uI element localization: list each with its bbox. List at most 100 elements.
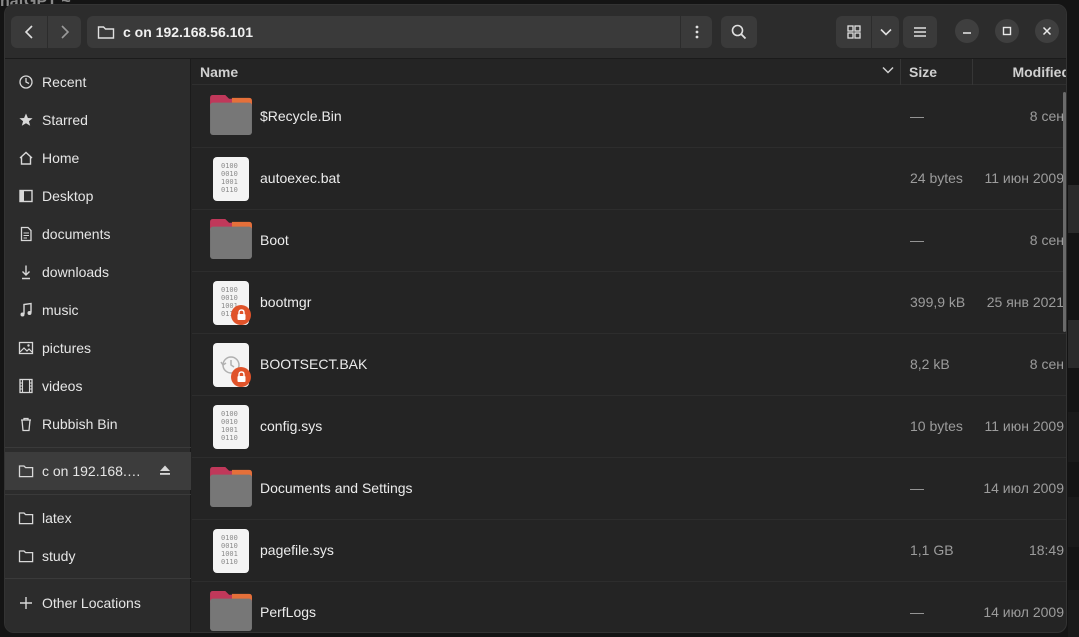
file-name: BOOTSECT.BAK [260,356,368,372]
file-list: $Recycle.Bin — 8 сен 0100 0010 1001 0110 aut… [192,86,1066,632]
chevron-down-icon[interactable] [882,66,894,74]
file-row[interactable]: 0100 0010 1001 0110 config.sys 10 bytes 11 … [192,396,1066,458]
file-row[interactable]: BOOTSECT.BAK 8,2 kB 8 сен [192,334,1066,396]
sidebar-item-label: study [42,548,76,564]
column-divider[interactable] [972,59,973,85]
folder-icon [97,26,115,39]
folder-icon [17,547,35,565]
sidebar-item-label: pictures [42,340,92,356]
close-button[interactable] [1035,19,1059,43]
file-size: — [910,232,924,248]
column-header-name[interactable]: Name [200,64,238,80]
file-modified: 25 янв 2021 [986,294,1064,310]
file-row[interactable]: 0100 0010 1001 0110 pagefile.sys 1,1 GB 18:… [192,520,1066,582]
picture-icon [17,339,35,357]
folder-icon [208,95,254,139]
back-button[interactable] [11,16,47,48]
sidebar-item-label: Rubbish Bin [42,416,118,432]
main-menu-button[interactable] [903,16,937,48]
eject-icon[interactable] [159,463,171,479]
binary-file-icon: 0100 0010 1001 0110 [208,529,254,573]
file-size: — [910,604,924,620]
grid-icon [846,25,861,39]
star-icon [17,111,35,129]
sidebar-item-starred[interactable]: Starred [5,102,191,138]
column-header-size[interactable]: Size [909,64,937,80]
sidebar-item-study[interactable]: study [5,538,191,574]
sidebar-item-other-locations[interactable]: Other Locations [5,585,191,621]
folder-icon [208,219,254,263]
sidebar-item-music[interactable]: music [5,292,191,328]
file-row[interactable]: Boot — 8 сен [192,210,1066,272]
file-modified: 18:49 [1028,542,1064,558]
vertical-scrollbar[interactable] [1063,92,1066,332]
close-icon [1042,26,1052,36]
file-name: $Recycle.Bin [260,108,342,124]
maximize-button[interactable] [995,19,1019,43]
trash-icon [17,415,35,433]
lock-icon [231,367,251,387]
folder-icon [17,462,35,480]
sidebar: Recent Starred Home Desktop documents do… [5,59,191,632]
file-modified: 8 сен [1029,232,1064,248]
search-icon [731,24,747,40]
download-icon [17,263,35,281]
sidebar-divider [5,578,191,579]
folder-icon [208,591,254,632]
file-size: — [910,108,924,124]
location-menu-button[interactable] [680,16,712,48]
search-button[interactable] [721,16,757,48]
sidebar-item-label: c on 192.168.… [42,463,141,479]
backup-file-icon [208,343,254,387]
minimize-button[interactable] [955,19,979,43]
column-divider[interactable] [900,59,901,85]
file-row[interactable]: 0100 0010 1001 0110 bootmgr 399,9 kB 25 янв… [192,272,1066,334]
sidebar-divider [5,447,191,448]
sidebar-item-label: Recent [42,74,87,90]
grid-view-button[interactable] [836,16,871,48]
sidebar-item-label: Home [42,150,80,166]
sidebar-item-downloads[interactable]: downloads [5,254,191,290]
column-headers: Name Size Modified [192,59,1066,85]
file-size: 24 bytes [910,170,963,186]
minimize-icon [963,32,971,34]
header-bar: c on 192.168.56.101 [5,5,1066,59]
home-icon [17,149,35,167]
binary-file-icon: 0100 0010 1001 0110 [208,405,254,449]
file-name: bootmgr [260,294,312,310]
sidebar-item-home[interactable]: Home [5,140,191,176]
folder-icon [208,467,254,511]
sidebar-item-network-mount[interactable]: c on 192.168.… [5,452,191,490]
sidebar-item-pictures[interactable]: pictures [5,330,191,366]
sidebar-item-latex[interactable]: latex [5,500,191,536]
sidebar-item-videos[interactable]: videos [5,368,191,404]
location-path: c on 192.168.56.101 [123,24,253,40]
lock-icon [231,305,251,325]
chevron-left-icon [24,25,33,39]
view-options-dropdown[interactable] [871,16,899,48]
file-size: 8,2 kB [910,356,950,372]
sidebar-item-documents[interactable]: documents [5,216,191,252]
file-size: 10 bytes [910,418,963,434]
sidebar-item-rubbish-bin[interactable]: Rubbish Bin [5,406,191,442]
file-modified: 11 июн 2009 [984,170,1064,186]
background-window-edge [1068,497,1079,547]
file-modified: 11 июн 2009 [984,418,1064,434]
forward-button[interactable] [47,16,81,48]
sidebar-item-desktop[interactable]: Desktop [5,178,191,214]
file-row[interactable]: $Recycle.Bin — 8 сен [192,86,1066,148]
sidebar-item-label: Starred [42,112,88,128]
file-modified: 14 июл 2009 [983,480,1064,496]
file-name: Boot [260,232,289,248]
file-row[interactable]: PerfLogs — 14 июл 2009 [192,582,1066,632]
sidebar-item-label: latex [42,510,72,526]
file-size: — [910,480,924,496]
chevron-right-icon [60,25,69,39]
file-row[interactable]: 0100 0010 1001 0110 autoexec.bat 24 bytes 1… [192,148,1066,210]
file-row[interactable]: Documents and Settings — 14 июл 2009 [192,458,1066,520]
background-window-edge [1068,320,1079,368]
column-header-modified[interactable]: Modified [1012,64,1066,80]
file-modified: 14 июл 2009 [983,604,1064,620]
location-bar[interactable]: c on 192.168.56.101 [87,16,680,48]
sidebar-item-recent[interactable]: Recent [5,64,191,100]
